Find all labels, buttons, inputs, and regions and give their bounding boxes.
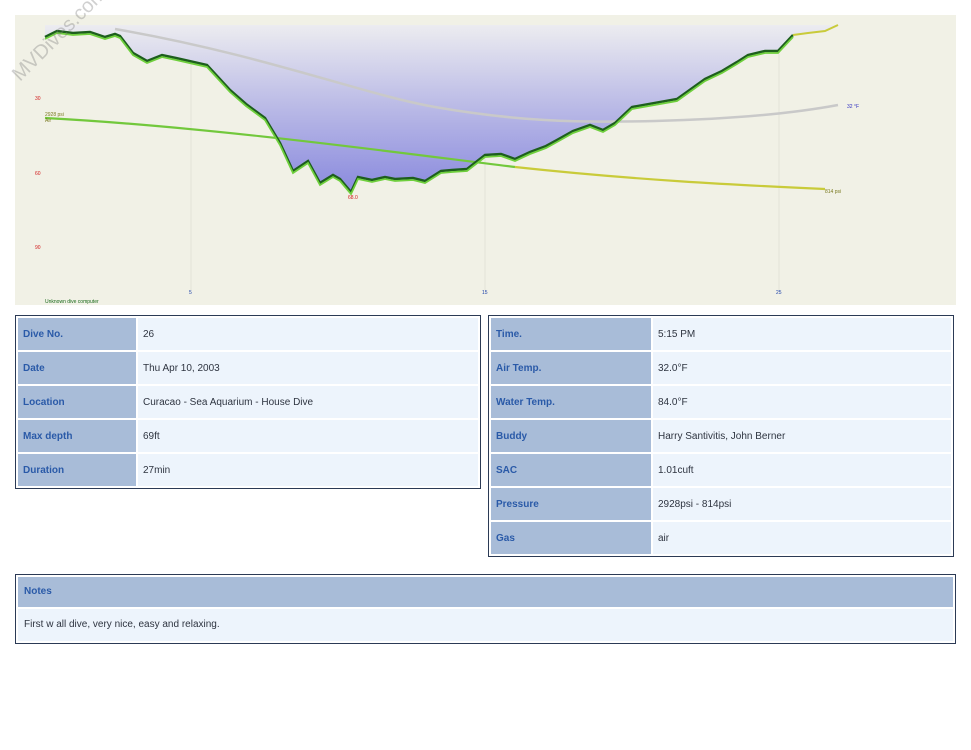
notes-panel: Notes First w all dive, very nice, easy … <box>15 574 956 644</box>
water-temp-key: Water Temp. <box>491 386 651 418</box>
table-row: Date Thu Apr 10, 2003 <box>18 352 478 384</box>
air-temp-value: 32.0°F <box>653 352 951 384</box>
time-axis-label-5: 5 <box>189 290 192 296</box>
buddy-value: Harry Santivitis, John Berner <box>653 420 951 452</box>
gas-key: Gas <box>491 522 651 554</box>
duration-key: Duration <box>18 454 136 486</box>
table-row: Max depth 69ft <box>18 420 478 452</box>
location-value: Curacao - Sea Aquarium - House Dive <box>138 386 478 418</box>
table-row: Buddy Harry Santivitis, John Berner <box>491 420 951 452</box>
notes-text: First w all dive, very nice, easy and re… <box>18 609 953 641</box>
dive-no-key: Dive No. <box>18 318 136 350</box>
time-value: 5:15 PM <box>653 318 951 350</box>
table-row: Time. 5:15 PM <box>491 318 951 350</box>
table-row: Dive No. 26 <box>18 318 478 350</box>
gas-value: air <box>653 522 951 554</box>
table-row: Gas air <box>491 522 951 554</box>
end-pressure-label: 814 psi <box>825 189 841 195</box>
buddy-key: Buddy <box>491 420 651 452</box>
air-temp-key: Air Temp. <box>491 352 651 384</box>
table-row: SAC 1.01cuft <box>491 454 951 486</box>
max-depth-key: Max depth <box>18 420 136 452</box>
dive-info-table: Dive No. 26 Date Thu Apr 10, 2003 Locati… <box>15 315 481 489</box>
notes-header: Notes <box>18 577 953 607</box>
depth-axis-label-60: 60 <box>35 171 41 177</box>
date-key: Date <box>18 352 136 384</box>
time-key: Time. <box>491 318 651 350</box>
water-temp-value: 84.0°F <box>653 386 951 418</box>
dive-profile-chart: 2928 psi Air 32 °F 814 psi 68.0 30 60 90… <box>15 15 956 305</box>
dive-computer-label: Unknown dive computer <box>45 299 99 305</box>
dive-conditions-table: Time. 5:15 PM Air Temp. 32.0°F Water Tem… <box>488 315 954 557</box>
duration-value: 27min <box>138 454 478 486</box>
pressure-key: Pressure <box>491 488 651 520</box>
table-row: Location Curacao - Sea Aquarium - House … <box>18 386 478 418</box>
pressure-value: 2928psi - 814psi <box>653 488 951 520</box>
table-row: Duration 27min <box>18 454 478 486</box>
table-row: Pressure 2928psi - 814psi <box>491 488 951 520</box>
max-depth-value: 69ft <box>138 420 478 452</box>
table-row: Water Temp. 84.0°F <box>491 386 951 418</box>
location-key: Location <box>18 386 136 418</box>
date-value: Thu Apr 10, 2003 <box>138 352 478 384</box>
max-depth-label: 68.0 <box>348 195 358 201</box>
depth-axis-label-30: 30 <box>35 96 41 102</box>
time-axis-label-25: 25 <box>776 290 782 296</box>
end-temp-label: 32 °F <box>847 104 859 110</box>
gas-label: Air <box>45 118 51 124</box>
depth-axis-label-90: 90 <box>35 245 41 251</box>
sac-key: SAC <box>491 454 651 486</box>
time-axis-label-15: 15 <box>482 290 488 296</box>
dive-no-value: 26 <box>138 318 478 350</box>
table-row: Air Temp. 32.0°F <box>491 352 951 384</box>
sac-value: 1.01cuft <box>653 454 951 486</box>
